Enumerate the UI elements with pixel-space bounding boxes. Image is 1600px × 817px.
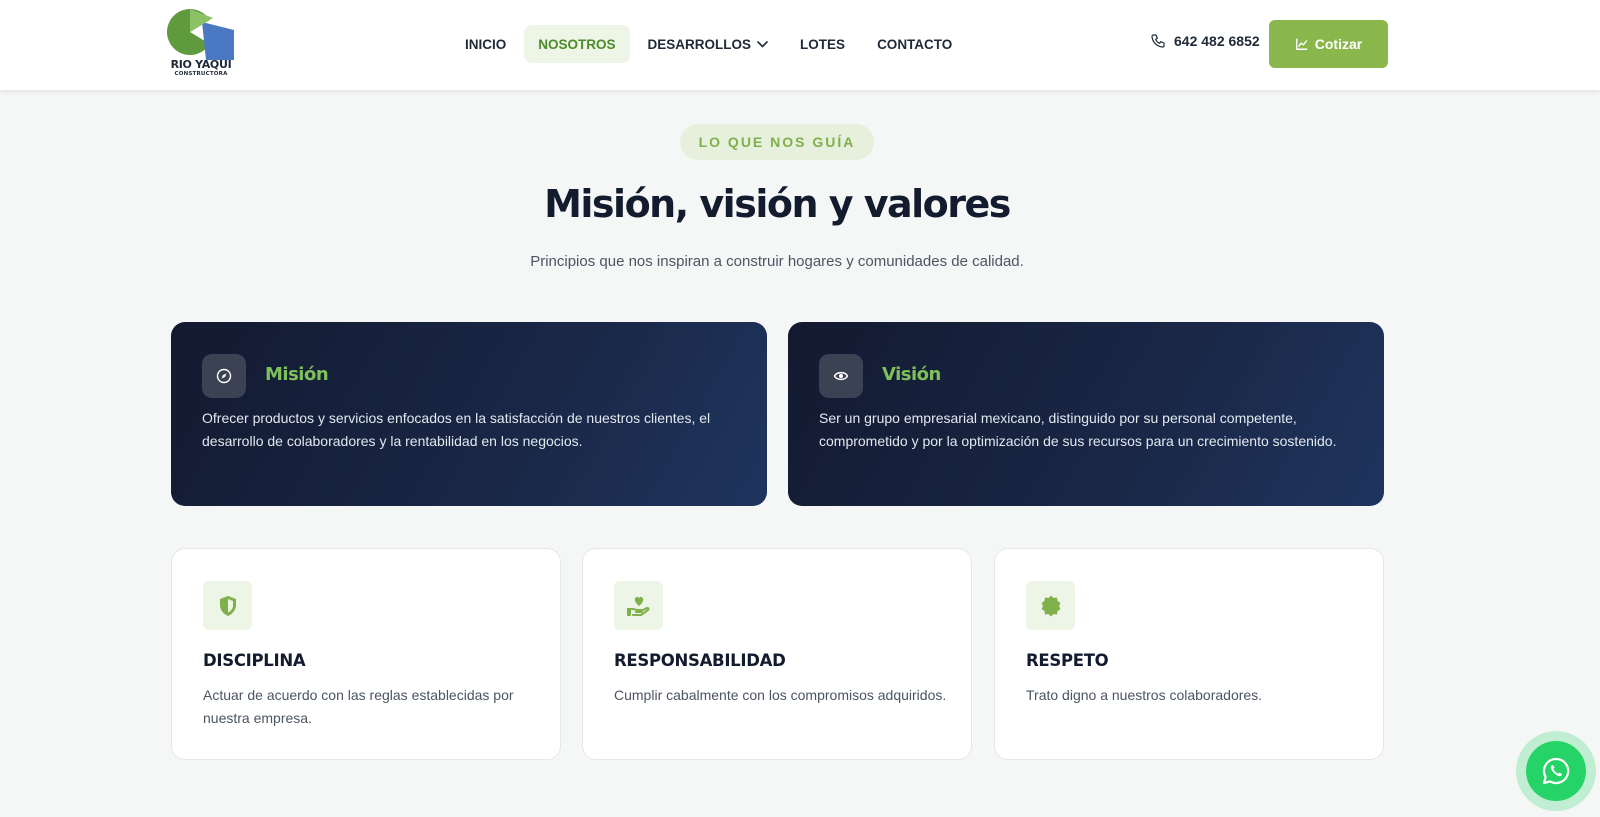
section-eyebrow: LO QUE NOS GUÍA bbox=[680, 124, 874, 160]
whatsapp-button[interactable] bbox=[1526, 741, 1586, 801]
main-nav: INICIO NOSOTROS DESARROLLOS LOTES CONTAC… bbox=[451, 25, 970, 63]
mission-title: Misión bbox=[265, 364, 329, 385]
nav-item-desarrollos[interactable]: DESARROLLOS bbox=[634, 25, 783, 63]
logo-tagline: CONSTRUCTORA bbox=[174, 71, 228, 77]
nav-item-label: LOTES bbox=[800, 36, 846, 52]
logo-mark-icon bbox=[167, 9, 234, 60]
mission-text: Ofrecer productos y servicios enfocados … bbox=[202, 410, 711, 449]
value-text: Trato digno a nuestros colaboradores. bbox=[1026, 687, 1263, 703]
value-text: Actuar de acuerdo con las reglas estable… bbox=[203, 687, 514, 726]
hand-heart-icon bbox=[614, 581, 663, 630]
vision-card: Visión Ser un grupo empresarial mexicano… bbox=[788, 322, 1384, 506]
nav-item-label: DESARROLLOS bbox=[647, 36, 752, 52]
value-card-responsabilidad: RESPONSABILIDAD Cumplir cabalmente con l… bbox=[582, 548, 972, 760]
nav-item-inicio[interactable]: INICIO bbox=[451, 25, 520, 63]
chevron-down-icon bbox=[757, 40, 768, 48]
phone-icon bbox=[1151, 34, 1165, 48]
site-header: RIO YAQUI CONSTRUCTORA INICIO NOSOTROS D… bbox=[0, 0, 1600, 90]
nav-item-label: CONTACTO bbox=[877, 36, 953, 52]
value-title: RESPETO bbox=[1026, 651, 1109, 670]
compass-icon bbox=[202, 354, 246, 398]
nav-item-nosotros[interactable]: NOSOTROS bbox=[524, 25, 630, 63]
logo[interactable]: RIO YAQUI CONSTRUCTORA bbox=[166, 8, 236, 80]
mission-card: Misión Ofrecer productos y servicios enf… bbox=[171, 322, 767, 506]
whatsapp-icon bbox=[1542, 757, 1570, 785]
value-card-disciplina: DISCIPLINA Actuar de acuerdo con las reg… bbox=[171, 548, 561, 760]
value-text: Cumplir cabalmente con los compromisos a… bbox=[614, 687, 947, 703]
cotizar-label: Cotizar bbox=[1314, 36, 1363, 52]
section-title: Misión, visión y valores bbox=[544, 182, 1011, 226]
nav-item-contacto[interactable]: CONTACTO bbox=[863, 25, 966, 63]
nav-item-lotes[interactable]: LOTES bbox=[786, 25, 859, 63]
vision-text: Ser un grupo empresarial mexicano, disti… bbox=[819, 410, 1337, 449]
logo-name: RIO YAQUI bbox=[170, 58, 232, 71]
nav-item-label: NOSOTROS bbox=[538, 36, 616, 52]
value-card-respeto: RESPETO Trato digno a nuestros colaborad… bbox=[994, 548, 1384, 760]
phone-link[interactable]: 642 482 6852 bbox=[1150, 33, 1260, 49]
shield-icon bbox=[203, 581, 252, 630]
value-title: DISCIPLINA bbox=[203, 651, 306, 670]
nav-item-label: INICIO bbox=[465, 36, 507, 52]
phone-number: 642 482 6852 bbox=[1174, 33, 1260, 49]
chart-line-icon bbox=[1295, 38, 1308, 50]
badge-icon bbox=[1026, 581, 1075, 630]
section-subtitle: Principios que nos inspiran a construir … bbox=[530, 253, 1024, 270]
value-title: RESPONSABILIDAD bbox=[614, 651, 786, 670]
eye-icon bbox=[819, 354, 863, 398]
vision-title: Visión bbox=[882, 364, 941, 385]
cotizar-button[interactable]: Cotizar bbox=[1269, 20, 1388, 68]
